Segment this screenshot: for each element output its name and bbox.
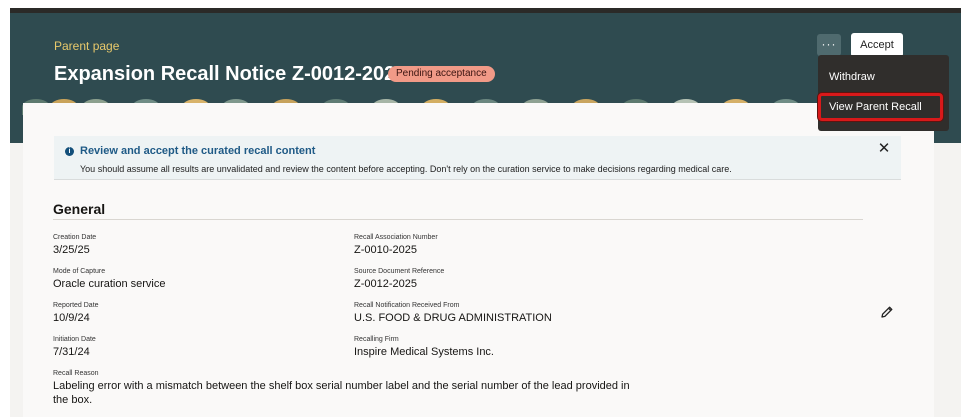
recall-detail-card: i Review and accept the curated recall c… xyxy=(23,103,934,417)
recall-reason-label: Recall Reason xyxy=(53,370,99,377)
recall-reason-value: Labeling error with a mismatch between t… xyxy=(53,380,630,406)
parent-page-label: Parent page xyxy=(54,39,120,53)
accept-button[interactable]: Accept xyxy=(851,33,903,57)
page-title: Expansion Recall Notice Z-0012-2025 xyxy=(54,63,407,85)
creation-date-value: 3/25/25 xyxy=(53,244,90,256)
status-badge: Pending acceptance xyxy=(388,66,495,82)
reported-date-value: 10/9/24 xyxy=(53,312,90,324)
recalling-firm-value: Inspire Medical Systems Inc. xyxy=(354,346,494,358)
menu-item-view-parent-recall[interactable]: View Parent Recall xyxy=(818,93,943,121)
mode-of-capture-value: Oracle curation service xyxy=(53,278,166,290)
more-actions-button[interactable]: ··· xyxy=(817,34,841,56)
section-title-general: General xyxy=(53,201,106,217)
reported-date-label: Reported Date xyxy=(53,302,99,309)
recalling-firm-label: Recalling Firm xyxy=(354,336,399,343)
source-document-reference-value: Z-0012-2025 xyxy=(354,278,417,290)
recall-notification-received-from-value: U.S. FOOD & DRUG ADMINISTRATION xyxy=(354,312,552,324)
section-divider xyxy=(53,219,863,220)
actions-dropdown-menu: Withdraw View Parent Recall xyxy=(818,55,949,131)
close-icon[interactable]: ✕ xyxy=(877,141,891,156)
mode-of-capture-label: Mode of Capture xyxy=(53,268,106,275)
pencil-edit-icon[interactable] xyxy=(880,305,894,319)
creation-date-label: Creation Date xyxy=(53,234,97,241)
recall-notification-received-from-label: Recall Notification Received From xyxy=(354,302,460,309)
banner-title: Review and accept the curated recall con… xyxy=(80,145,316,157)
info-icon: i xyxy=(65,147,74,156)
menu-item-withdraw[interactable]: Withdraw xyxy=(818,63,949,91)
initiation-date-value: 7/31/24 xyxy=(53,346,90,358)
app-frame: Parent page Expansion Recall Notice Z-00… xyxy=(10,8,961,417)
info-banner: i Review and accept the curated recall c… xyxy=(54,136,901,180)
recall-association-number-value: Z-0010-2025 xyxy=(354,244,417,256)
recall-association-number-label: Recall Association Number xyxy=(354,234,438,241)
banner-text: You should assume all results are unvali… xyxy=(80,164,732,174)
source-document-reference-label: Source Document Reference xyxy=(354,268,445,275)
initiation-date-label: Initiation Date xyxy=(53,336,96,343)
